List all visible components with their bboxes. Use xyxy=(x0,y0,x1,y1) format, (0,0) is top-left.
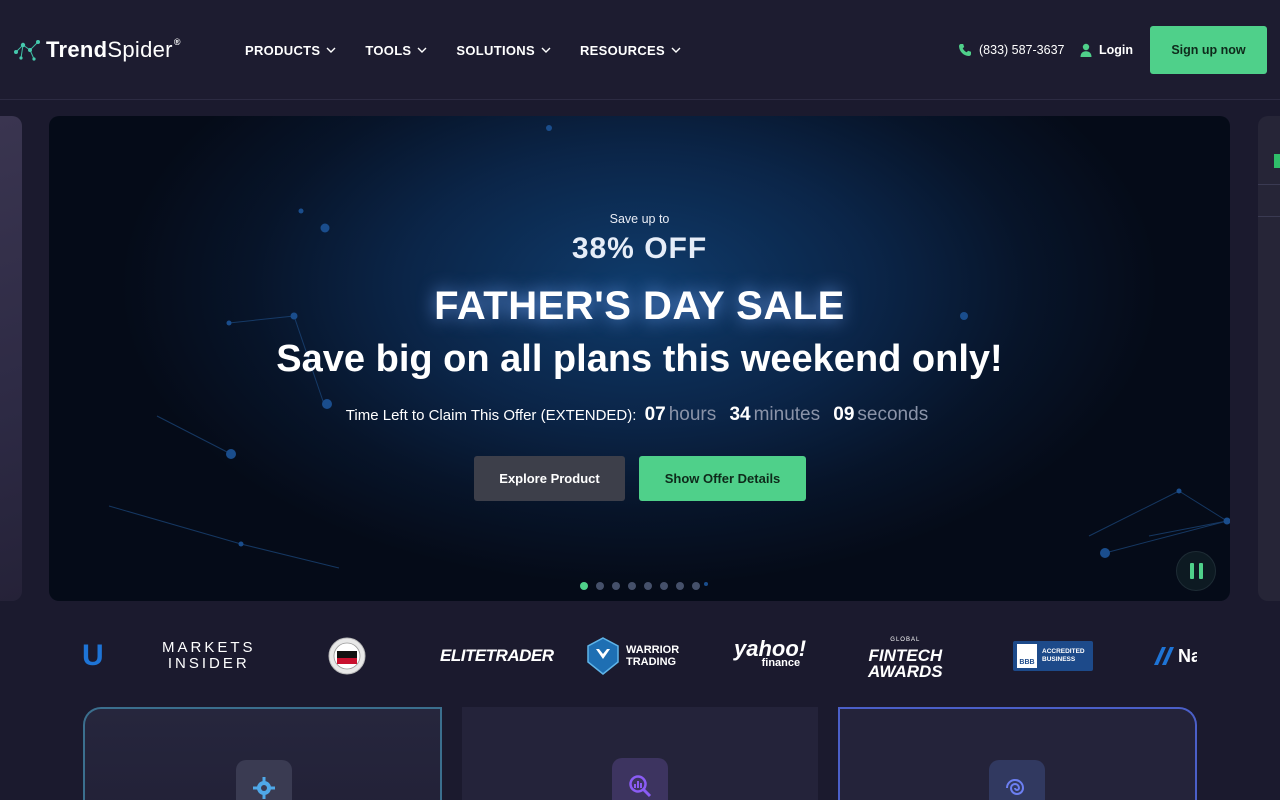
bbb-badge: BBB ACCREDITED BUSINESS xyxy=(1013,641,1093,671)
inc-5000-seal-icon xyxy=(328,637,366,675)
search-chart-icon xyxy=(629,775,652,798)
login-link[interactable]: Login xyxy=(1080,40,1133,60)
carousel-dot[interactable] xyxy=(628,582,636,590)
press-logo-strip: U MARKETS INSIDER ELITETRADER WARRIOR TR… xyxy=(82,628,1197,684)
carousel-pagination xyxy=(580,582,708,590)
bbb-seal: BBB xyxy=(1017,644,1037,668)
bbb-line1: ACCREDITED xyxy=(1042,648,1085,655)
save-up-to-label: Save up to xyxy=(609,212,670,226)
warrior-trading-line1: WARRIOR xyxy=(626,644,680,656)
countdown-minutes-unit: minutes xyxy=(753,404,821,425)
next-slide-accent xyxy=(1274,154,1280,168)
countdown-timer: Time Left to Claim This Offer (EXTENDED)… xyxy=(49,404,1230,426)
phone-number: (833) 587-3637 xyxy=(979,43,1065,57)
carousel-dot[interactable] xyxy=(692,582,700,590)
markets-insider-logo: MARKETS INSIDER xyxy=(162,628,256,684)
discount-percent: 38% OFF xyxy=(571,232,708,265)
warrior-trading-line2: TRADING xyxy=(626,656,677,668)
yahoo-finance-label: finance xyxy=(761,657,801,669)
markets-insider-line1: MARKETS xyxy=(162,639,256,656)
logo-wordmark: TrendSpider® xyxy=(46,37,181,63)
trendspider-logo[interactable]: TrendSpider® xyxy=(12,36,181,64)
carousel-dot[interactable] xyxy=(644,582,652,590)
signup-button[interactable]: Sign up now xyxy=(1150,26,1267,74)
carousel-dot[interactable] xyxy=(580,582,588,590)
warrior-trading-shield-icon xyxy=(587,637,619,675)
carousel-prev-slide-peek[interactable] xyxy=(0,116,22,601)
nav-resources-label: RESOURCES xyxy=(579,42,666,58)
pause-icon xyxy=(1189,563,1194,579)
feature-card-icon-tile xyxy=(989,760,1045,800)
carousel-dot[interactable] xyxy=(676,582,684,590)
next-slide-divider xyxy=(1258,216,1280,217)
countdown-label: Time Left to Claim This Offer (EXTENDED)… xyxy=(345,407,637,424)
main-nav: PRODUCTS TOOLS SOLUTIONS RESOURCES xyxy=(245,40,710,60)
feature-card-icon-tile xyxy=(236,760,292,800)
countdown-seconds-unit: seconds xyxy=(857,404,929,425)
hero-headline: FATHER'S DAY SALE xyxy=(434,284,845,328)
chevron-down-icon xyxy=(326,47,336,53)
user-icon xyxy=(1080,43,1092,57)
nav-products-label: PRODUCTS xyxy=(245,42,321,58)
gear-icon xyxy=(253,777,275,799)
spider-logo-icon xyxy=(14,40,40,61)
explore-product-button[interactable]: Explore Product xyxy=(474,456,625,501)
pause-icon xyxy=(1198,563,1203,579)
inc-5000-logo xyxy=(328,628,366,684)
login-label: Login xyxy=(1099,43,1134,57)
feature-card-3[interactable] xyxy=(838,707,1197,800)
feature-card-icon-tile xyxy=(612,758,668,800)
next-slide-divider xyxy=(1258,184,1280,185)
bbb-accredited-logo: BBB ACCREDITED BUSINESS xyxy=(1013,628,1093,684)
logo-registered-mark: ® xyxy=(173,37,181,47)
spiral-icon xyxy=(1006,779,1025,795)
carousel-dot[interactable] xyxy=(660,582,668,590)
yahoo-finance-logo: yahoo! finance xyxy=(734,628,806,684)
warrior-trading-wordmark: WARRIOR TRADING xyxy=(626,644,679,668)
carousel-dot[interactable] xyxy=(596,582,604,590)
u-logo: U xyxy=(82,639,104,672)
hero-carousel-slide: Save up to 38% OFF FATHER'S DAY SALE Sav… xyxy=(49,116,1230,601)
feature-card-2[interactable] xyxy=(462,707,818,800)
countdown-minutes: 34 xyxy=(729,404,751,425)
nav-solutions[interactable]: SOLUTIONS xyxy=(456,40,551,60)
show-offer-details-button[interactable]: Show Offer Details xyxy=(639,456,806,501)
chevron-down-icon xyxy=(671,47,681,53)
nav-resources[interactable]: RESOURCES xyxy=(580,40,681,60)
countdown-hours-unit: hours xyxy=(668,404,717,425)
markets-insider-line2: INSIDER xyxy=(167,655,250,672)
nasdaq-wordmark: Na xyxy=(1178,645,1197,666)
global-fintech-awards-logo: GLOBAL FINTECH AWARDS xyxy=(868,628,943,684)
hero-subheadline: Save big on all plans this weekend only! xyxy=(276,338,1003,380)
chevron-down-icon xyxy=(541,47,551,53)
fintech-awards-line2: AWARDS xyxy=(868,662,943,681)
nav-tools-label: TOOLS xyxy=(365,42,412,58)
elitetrader-logo: ELITETRADER xyxy=(440,646,554,665)
logo-wordmark-light: Spider xyxy=(107,37,173,62)
logo-wordmark-bold: Trend xyxy=(46,37,108,62)
bbb-line2: BUSINESS xyxy=(1042,656,1076,663)
carousel-next-slide-peek[interactable] xyxy=(1258,116,1280,601)
nasdaq-logo: Na xyxy=(1152,628,1197,684)
site-header: TrendSpider® PRODUCTS TOOLS SOLUTIONS RE… xyxy=(0,0,1280,100)
chevron-down-icon xyxy=(417,47,427,53)
phone-icon xyxy=(959,44,971,56)
nasdaq-mark-icon xyxy=(1154,647,1174,665)
nav-solutions-label: SOLUTIONS xyxy=(456,42,535,58)
phone-link[interactable]: (833) 587-3637 xyxy=(958,40,1064,60)
warrior-trading-logo: WARRIOR TRADING xyxy=(586,628,679,684)
feature-card-1[interactable] xyxy=(83,707,442,800)
carousel-dot[interactable] xyxy=(612,582,620,590)
carousel-pause-button[interactable] xyxy=(1176,551,1216,591)
yahoo-wordmark: yahoo! xyxy=(734,636,807,661)
bbb-text: ACCREDITED BUSINESS xyxy=(1042,648,1085,664)
nav-tools[interactable]: TOOLS xyxy=(365,40,427,60)
countdown-seconds: 09 xyxy=(833,404,855,425)
nav-products[interactable]: PRODUCTS xyxy=(245,40,336,60)
countdown-hours: 07 xyxy=(644,404,666,425)
